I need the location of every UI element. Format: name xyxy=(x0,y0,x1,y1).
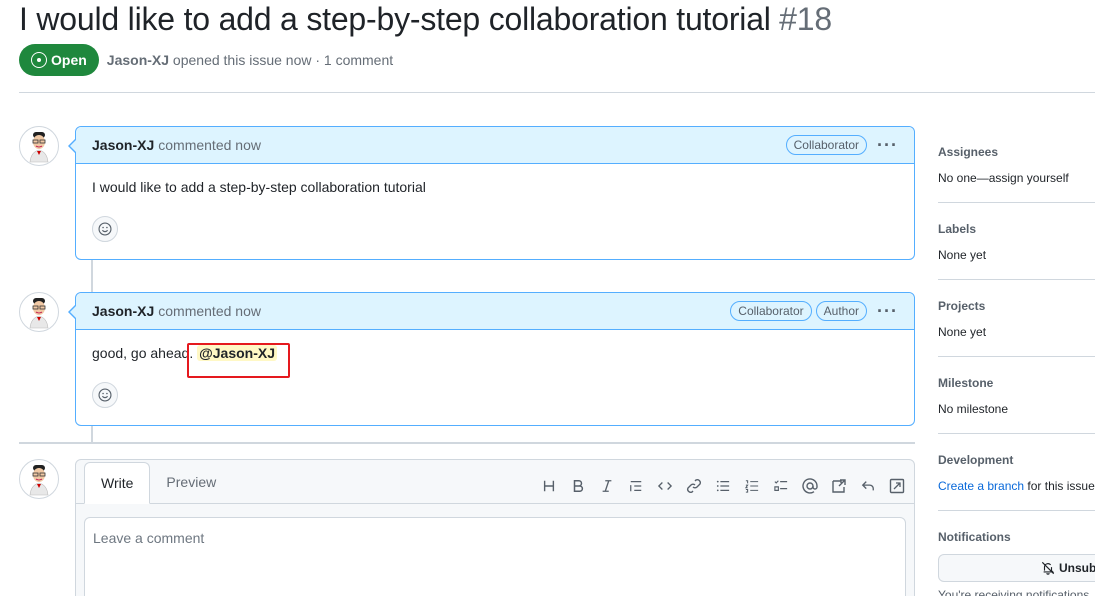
tab-write[interactable]: Write xyxy=(84,462,151,504)
sidebar-heading[interactable]: Assignees xyxy=(938,145,1095,159)
ordered-list-icon[interactable] xyxy=(742,476,761,495)
avatar[interactable] xyxy=(19,292,59,332)
annotation-highlight-box xyxy=(187,343,290,378)
comment-author[interactable]: Jason-XJ xyxy=(92,303,154,319)
sidebar-heading[interactable]: Projects xyxy=(938,299,1095,313)
status-badge: Open xyxy=(19,44,99,76)
editor-tabs: Write Preview xyxy=(76,460,914,504)
status-label: Open xyxy=(51,52,87,68)
comment-text: good, go ahead. xyxy=(92,345,198,361)
timeline-end-divider xyxy=(19,442,915,444)
comment-options-icon[interactable]: ··· xyxy=(877,136,898,154)
assignees-value[interactable]: No one—assign yourself xyxy=(938,171,1095,185)
sidebar-notifications: Notifications Unsub You're receiving not… xyxy=(938,511,1095,596)
smiley-icon xyxy=(98,222,112,236)
code-icon[interactable] xyxy=(655,476,674,495)
markdown-toolbar xyxy=(539,476,906,495)
cross-reference-icon[interactable] xyxy=(829,476,848,495)
sidebar-milestone: Milestone No milestone xyxy=(938,357,1095,434)
unordered-list-icon[interactable] xyxy=(713,476,732,495)
comment-editor: Write Preview Leave a comment xyxy=(75,459,915,596)
comment-options-icon[interactable]: ··· xyxy=(877,302,898,320)
sidebar-heading: Notifications xyxy=(938,530,1011,544)
avatar-face-icon xyxy=(29,465,49,496)
comment-author[interactable]: Jason-XJ xyxy=(92,137,154,153)
link-icon[interactable] xyxy=(684,476,703,495)
heading-icon[interactable] xyxy=(539,476,558,495)
milestone-value: No milestone xyxy=(938,402,1009,416)
issue-sidebar: Assignees No one—assign yourself Labels … xyxy=(938,126,1095,596)
bold-icon[interactable] xyxy=(568,476,587,495)
comment-timestamp[interactable]: commented now xyxy=(158,137,261,153)
italic-icon[interactable] xyxy=(597,476,616,495)
sidebar-development: Development Create a branch for this iss… xyxy=(938,434,1095,511)
issue-title: I would like to add a step-by-step colla… xyxy=(19,1,771,37)
sidebar-projects: Projects None yet xyxy=(938,280,1095,357)
reply-icon[interactable] xyxy=(858,476,877,495)
development-value: Create a branch for this issue xyxy=(938,479,1095,493)
author-label: Author xyxy=(815,301,868,321)
sidebar-heading[interactable]: Labels xyxy=(938,222,1095,236)
comment-timestamp[interactable]: commented now xyxy=(158,303,261,319)
comment-header: Jason-XJ commented now Collaborator ··· xyxy=(76,127,914,164)
add-reaction-button[interactable] xyxy=(92,216,118,242)
notification-note: You're receiving notifications xyxy=(938,588,1090,596)
avatar-face-icon xyxy=(29,132,49,163)
projects-value: None yet xyxy=(938,325,987,339)
quote-icon[interactable] xyxy=(626,476,645,495)
header-divider xyxy=(19,92,1095,93)
development-suffix: for this issue xyxy=(1027,479,1095,493)
collaborator-label: Collaborator xyxy=(730,301,812,321)
sidebar-heading[interactable]: Development xyxy=(938,453,1095,467)
bell-slash-icon xyxy=(1041,561,1055,575)
sidebar-heading[interactable]: Milestone xyxy=(938,376,1095,390)
sidebar-labels: Labels None yet xyxy=(938,203,1095,280)
collaborator-label: Collaborator xyxy=(785,135,868,155)
labels-value: None yet xyxy=(938,248,987,262)
avatar[interactable] xyxy=(19,459,59,499)
tab-preview[interactable]: Preview xyxy=(150,461,232,503)
issue-title-row: I would like to add a step-by-step colla… xyxy=(19,0,832,40)
comment-textarea[interactable]: Leave a comment xyxy=(84,517,906,596)
avatar-face-icon xyxy=(29,298,49,329)
issue-meta-text: Jason-XJ opened this issue now · 1 comme… xyxy=(107,52,393,68)
timeline-connector xyxy=(91,259,93,292)
add-reaction-button[interactable] xyxy=(92,382,118,408)
issue-author-link[interactable]: Jason-XJ xyxy=(107,52,169,68)
comment-header: Jason-XJ commented now Collaborator Auth… xyxy=(76,293,914,330)
issue-open-icon xyxy=(31,52,47,68)
smiley-icon xyxy=(98,388,112,402)
unsubscribe-button[interactable]: Unsub xyxy=(938,554,1095,582)
create-branch-link[interactable]: Create a branch xyxy=(938,479,1024,493)
issue-opened-text: opened this issue now · 1 comment xyxy=(172,52,394,68)
issue-meta: Open Jason-XJ opened this issue now · 1 … xyxy=(19,44,393,76)
sidebar-assignees: Assignees No one—assign yourself xyxy=(938,126,1095,203)
issue-number: #18 xyxy=(779,1,832,37)
unsubscribe-label: Unsub xyxy=(1059,561,1095,575)
task-list-icon[interactable] xyxy=(771,476,790,495)
timeline-connector xyxy=(91,425,93,442)
comment-body: I would like to add a step-by-step colla… xyxy=(92,179,426,195)
avatar[interactable] xyxy=(19,126,59,166)
comment-card: Jason-XJ commented now Collaborator ··· … xyxy=(68,126,915,260)
fullscreen-icon[interactable] xyxy=(887,476,906,495)
mention-icon[interactable] xyxy=(800,476,819,495)
